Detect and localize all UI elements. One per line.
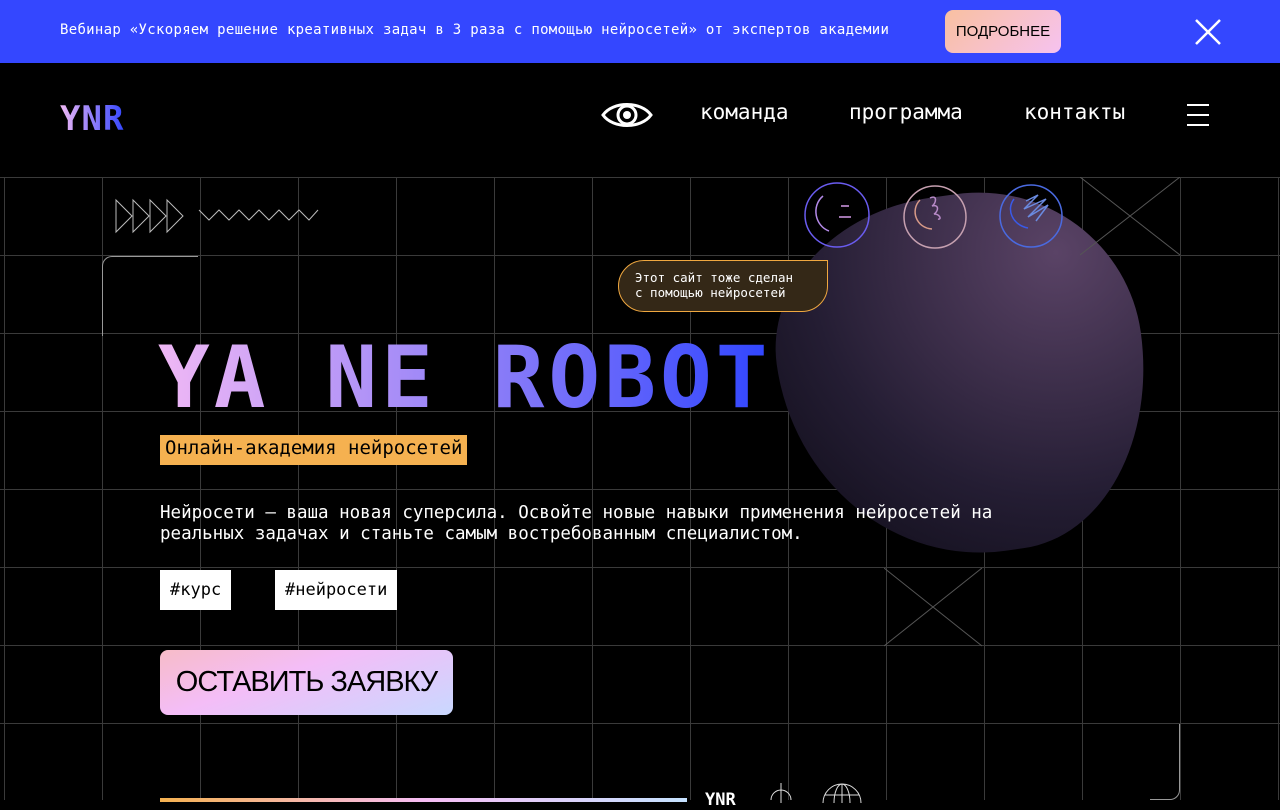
nav-program[interactable]: программа <box>849 100 963 124</box>
nav-team[interactable]: команда <box>700 100 789 124</box>
footer-logo: YNR <box>705 790 736 810</box>
logo[interactable]: YNR <box>60 99 124 139</box>
gradient-bar <box>160 798 687 802</box>
close-icon[interactable] <box>1193 17 1223 47</box>
banner-text: Вебинар «Ускоряем решение креативных зад… <box>60 22 890 38</box>
tag-course[interactable]: #курс <box>160 570 232 610</box>
pin-icon <box>770 783 792 803</box>
menu-icon[interactable] <box>1187 104 1209 126</box>
decorative-frame <box>1150 724 1180 800</box>
decorative-cross-icon <box>884 568 983 647</box>
tag-neural[interactable]: #нейросети <box>275 570 398 610</box>
apply-button[interactable]: ОСТАВИТЬ ЗАЯВКУ <box>160 650 453 715</box>
face-swirl-icon[interactable] <box>902 184 970 252</box>
hero-subtitle: Онлайн-академия нейросетей <box>160 435 468 465</box>
hero-title: YA NE ROBOT <box>158 328 772 428</box>
hero-description: Нейросети — ваша новая суперсила. Освойт… <box>160 503 993 544</box>
decorative-arrows-icon <box>115 198 319 234</box>
site-header: YNR команда программа контакты <box>0 63 1280 177</box>
decorative-cross-icon <box>1080 177 1180 256</box>
decorative-frame <box>102 256 198 336</box>
face-scribble-icon[interactable] <box>998 183 1066 251</box>
nav-contacts[interactable]: контакты <box>1024 100 1125 124</box>
banner-more-button[interactable]: ПОДРОБНЕЕ <box>945 10 1061 53</box>
globe-icon <box>822 783 862 803</box>
face-calm-icon[interactable] <box>803 181 873 251</box>
ai-made-tooltip: Этот сайт тоже сделан с помощью нейросет… <box>618 260 828 312</box>
accessibility-eye-icon[interactable] <box>601 99 653 131</box>
promo-banner: Вебинар «Ускоряем решение креативных зад… <box>0 0 1280 63</box>
